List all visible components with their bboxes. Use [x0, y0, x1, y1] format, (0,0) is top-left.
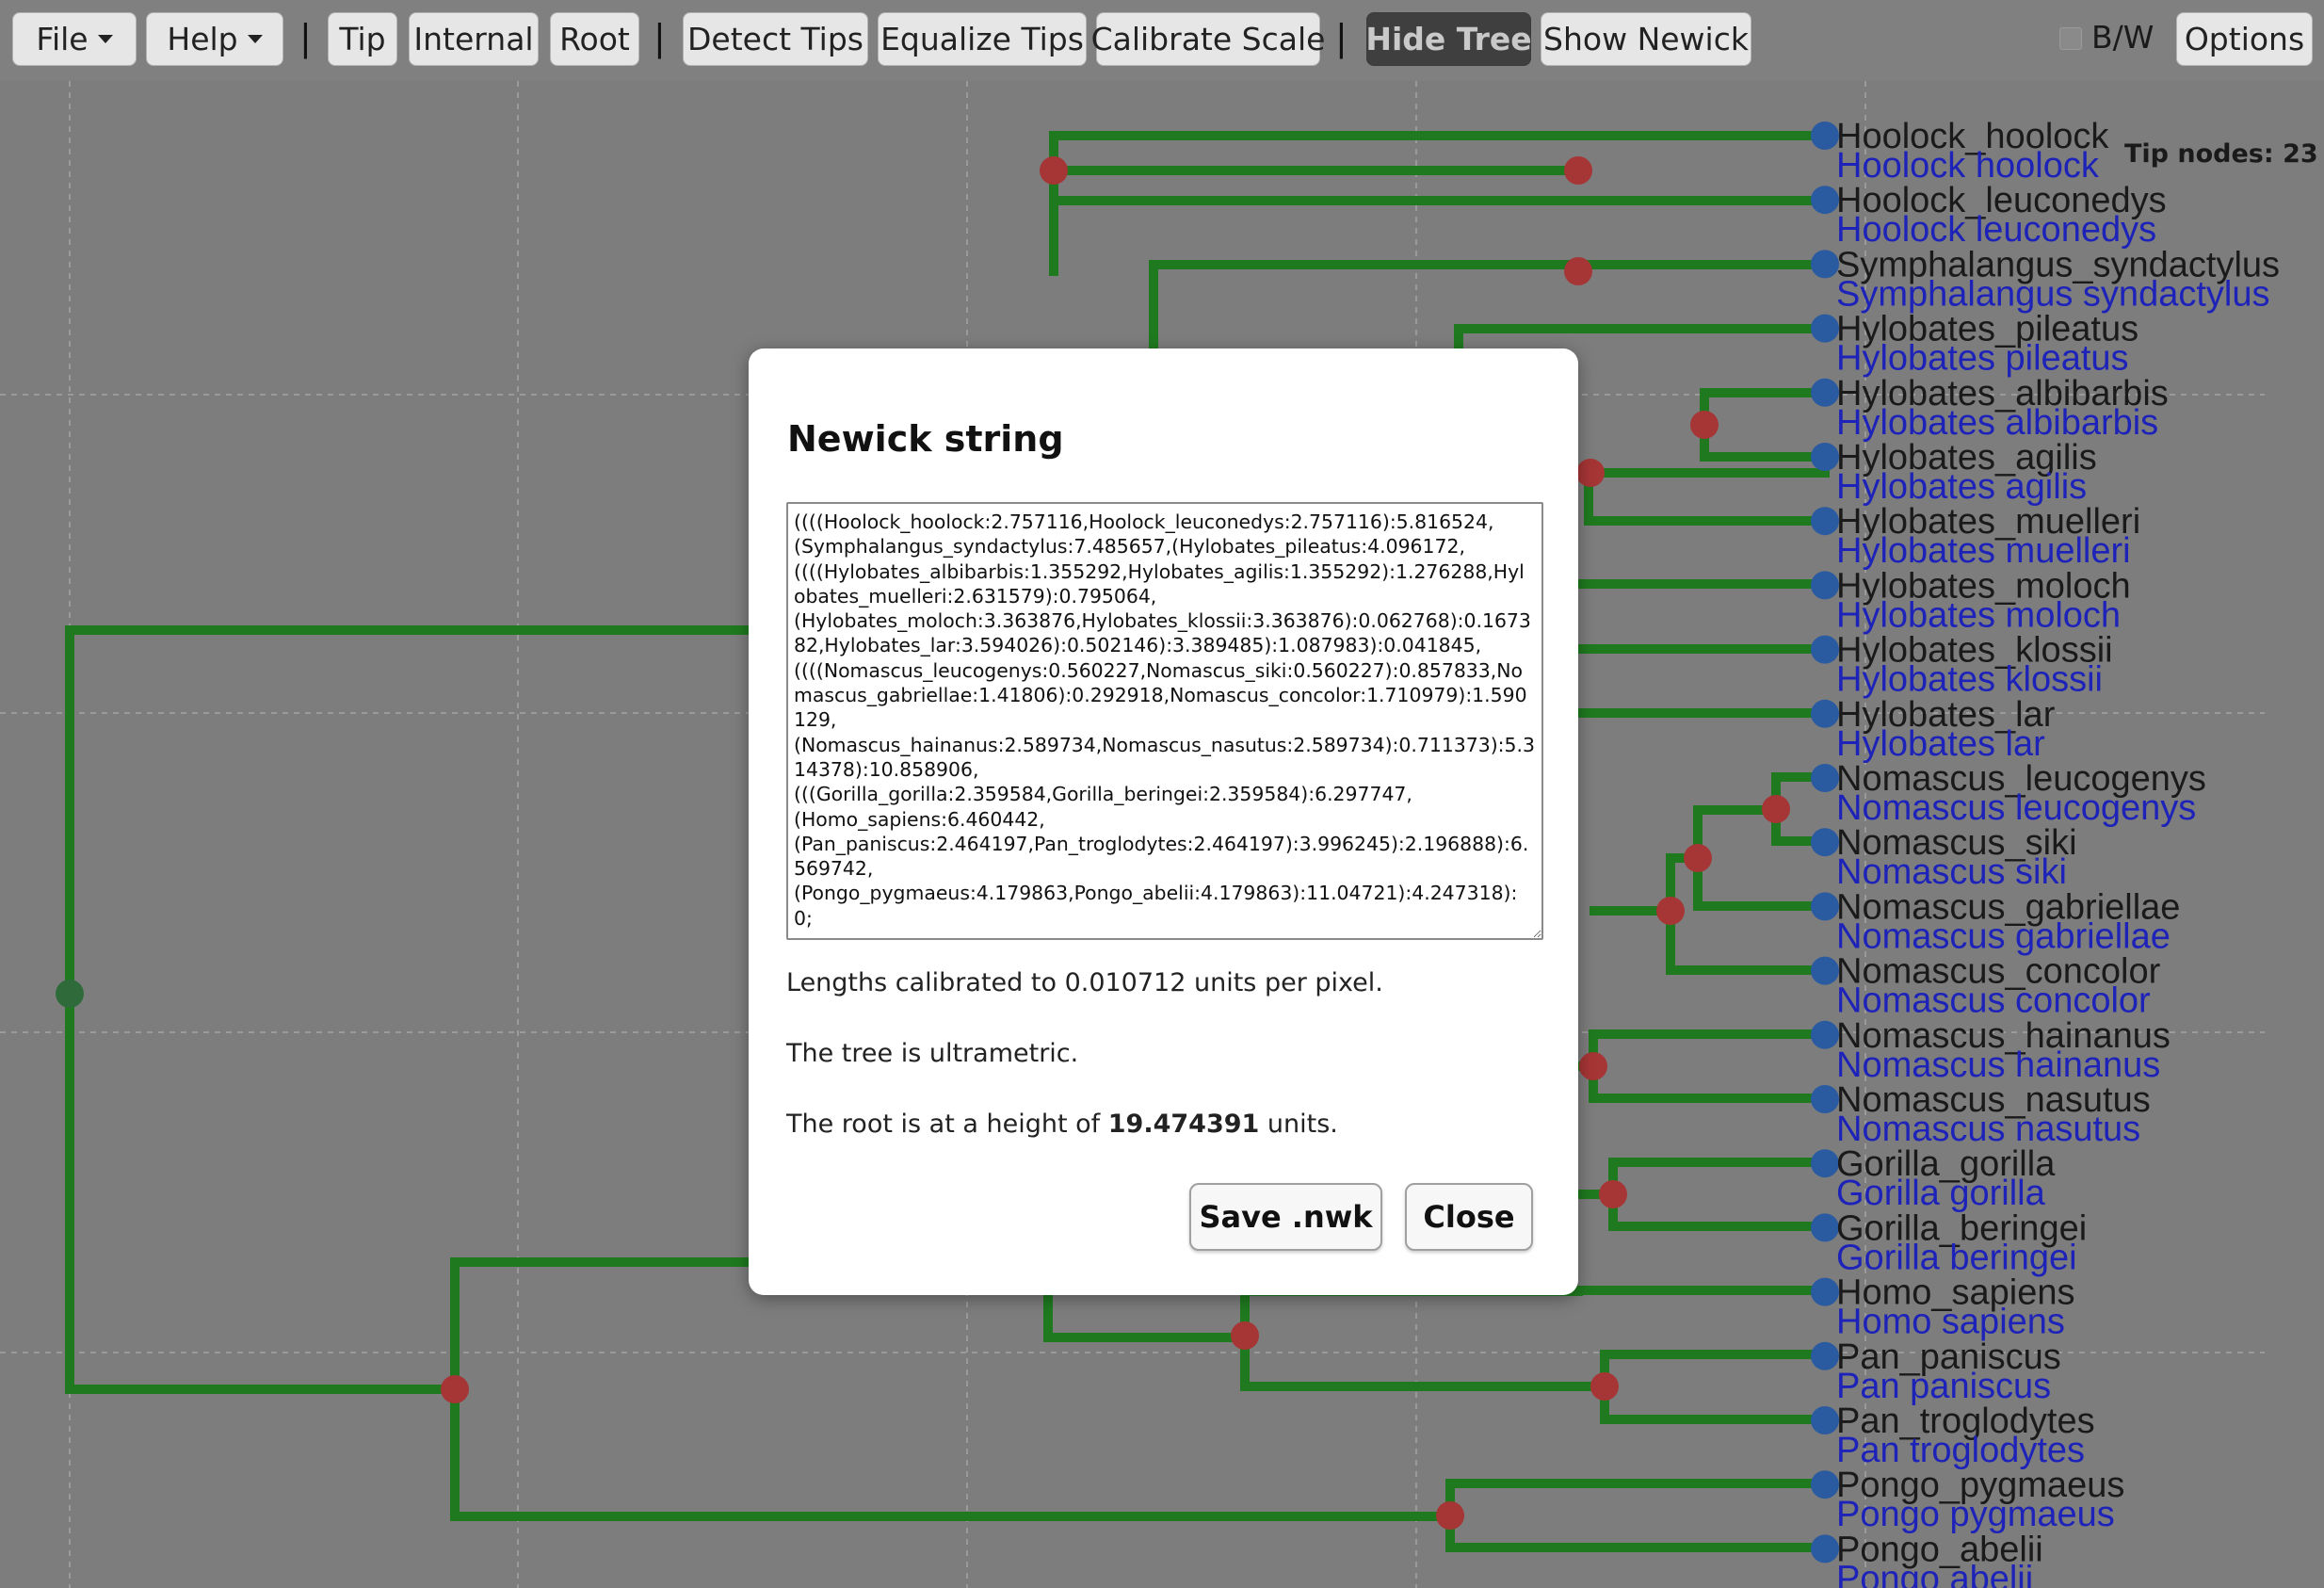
newick-dialog: Newick string ((((Hoolock_hoolock:2.7571… [749, 348, 1578, 1295]
tip-node [1811, 314, 1839, 343]
tip-label-display: Nomascus leucogenys [1836, 788, 2196, 828]
internal-node [1656, 897, 1685, 925]
internal-node [1576, 459, 1605, 487]
root-height-suffix: units. [1259, 1110, 1338, 1139]
tip-label-display: Nomascus nasutus [1836, 1110, 2140, 1149]
root-button[interactable]: Root [550, 12, 639, 66]
internal-node [1684, 844, 1712, 872]
tip-label-display: Nomascus hainanus [1836, 1045, 2160, 1085]
file-menu-button[interactable]: File [12, 12, 137, 66]
tip-label-display: Gorilla gorilla [1836, 1174, 2046, 1213]
tip-label-display: Hoolock leuconedys [1836, 210, 2156, 250]
detect-tips-button[interactable]: Detect Tips [683, 12, 868, 66]
bw-label: B/W [2091, 19, 2155, 56]
tip-node [1811, 1341, 1839, 1370]
tip-label-display: Hylobates pileatus [1836, 339, 2129, 379]
hide-tree-button[interactable]: Hide Tree [1365, 12, 1532, 66]
equalize-tips-button[interactable]: Equalize Tips [878, 12, 1087, 66]
tip-label-display: Symphalangus syndactylus [1836, 274, 2269, 314]
tip-node [1811, 571, 1839, 600]
internal-node [1040, 156, 1068, 185]
tip-label-display: Hylobates moloch [1836, 595, 2121, 635]
tip-label-display: Nomascus siki [1836, 852, 2067, 892]
root-node [56, 980, 84, 1008]
tip-node [1811, 1213, 1839, 1242]
tip-node [1811, 1470, 1839, 1499]
internal-node [1231, 1321, 1259, 1350]
tip-label-display: Hylobates albibarbis [1836, 403, 2158, 443]
internal-node [1564, 257, 1592, 285]
close-button[interactable]: Close [1405, 1183, 1533, 1251]
internal-button[interactable]: Internal [409, 12, 539, 66]
chevron-down-icon [97, 35, 113, 43]
dialog-title: Newick string [787, 418, 1064, 460]
tip-label-display: Gorilla beringei [1836, 1238, 2077, 1277]
tip-node [1811, 764, 1839, 792]
toolbar-separator: | [299, 17, 312, 58]
tip-button[interactable]: Tip [328, 12, 397, 66]
tip-node [1811, 443, 1839, 471]
tip-node [1811, 892, 1839, 921]
tip-count-label: Tip nodes: 23 [2124, 139, 2318, 169]
root-height-prefix: The root is at a height of [786, 1110, 1108, 1139]
tip-label-display: Homo sapiens [1836, 1303, 2065, 1342]
options-button[interactable]: Options [2176, 12, 2313, 66]
toolbar: File Help | Tip Internal Root | Detect T… [0, 0, 2324, 81]
internal-node [1762, 795, 1790, 823]
tip-labels: Hoolock_hoolockHoolock hoolockHoolock_le… [1836, 117, 2280, 1588]
tip-node [1811, 956, 1839, 985]
tip-label-display: Hylobates agilis [1836, 467, 2087, 507]
tip-label-display: Nomascus concolor [1836, 981, 2151, 1021]
internal-node [1579, 1052, 1607, 1080]
root-height-value: 19.474391 [1107, 1110, 1260, 1139]
tip-node [1811, 1277, 1839, 1306]
help-menu-button[interactable]: Help [146, 12, 283, 66]
internal-node [1690, 411, 1719, 439]
tip-node [1811, 635, 1839, 664]
chevron-down-icon [247, 35, 263, 43]
toolbar-separator: | [1335, 17, 1348, 58]
calibration-text: Lengths calibrated to 0.010712 units per… [786, 968, 1383, 997]
tip-node [1811, 378, 1839, 407]
bw-checkbox[interactable] [2059, 27, 2082, 50]
tip-label-display: Pan paniscus [1836, 1367, 2051, 1406]
toolbar-separator: | [654, 17, 666, 58]
tip-node [1811, 699, 1839, 728]
tip-node [1811, 122, 1839, 150]
tip-node [1811, 1085, 1839, 1113]
tip-node [1811, 1534, 1839, 1564]
internal-node [1590, 1372, 1619, 1401]
tip-label-display: Hoolock hoolock [1836, 146, 2100, 186]
tip-label-display: Hylobates muelleri [1836, 531, 2131, 571]
internal-node [1436, 1501, 1464, 1530]
tip-label-display: Pongo pygmaeus [1836, 1495, 2115, 1534]
tip-label-display: Hylobates klossii [1836, 660, 2103, 700]
ultrametric-text: The tree is ultrametric. [786, 1039, 1079, 1068]
tip-node [1811, 507, 1839, 536]
save-nwk-button[interactable]: Save .nwk [1189, 1183, 1382, 1251]
tip-label-display: Pongo abelii [1836, 1559, 2033, 1588]
tip-label-display: Hylobates lar [1836, 724, 2045, 764]
show-newick-button[interactable]: Show Newick [1541, 12, 1751, 66]
tip-label-display: Pan troglodytes [1836, 1431, 2085, 1470]
calibrate-scale-button[interactable]: Calibrate Scale [1091, 12, 1325, 66]
tip-label-display: Nomascus gabriellae [1836, 916, 2171, 956]
file-menu-label: File [36, 21, 89, 57]
root-height-text: The root is at a height of 19.474391 uni… [786, 1110, 1338, 1139]
tip-node [1811, 1149, 1839, 1178]
tip-node [1811, 250, 1839, 279]
tip-node [1811, 1020, 1839, 1049]
newick-textarea[interactable]: ((((Hoolock_hoolock:2.757116,Hoolock_leu… [786, 502, 1543, 940]
tip-node [1811, 1406, 1839, 1434]
tip-node [1811, 186, 1839, 215]
internal-node [1564, 156, 1592, 185]
help-menu-label: Help [167, 21, 238, 57]
internal-node [441, 1375, 469, 1403]
internal-node [1599, 1180, 1627, 1208]
tip-node [1811, 828, 1839, 857]
